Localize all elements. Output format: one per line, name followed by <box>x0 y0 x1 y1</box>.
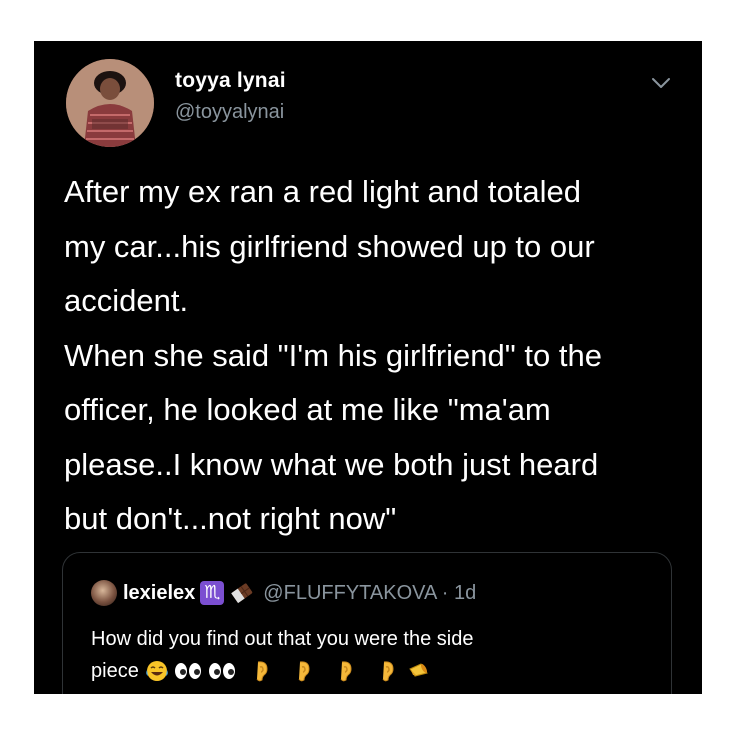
ear-icon <box>333 659 357 683</box>
tweet-text-line: After my ex ran a red light and totaled <box>64 174 581 209</box>
quoted-tweet[interactable]: lexielex ♏ @FLUFFYTAKOVA · 1d How did yo… <box>62 552 672 694</box>
tweet-text-line: but don't...not right now" <box>64 501 397 536</box>
megaphone-icon <box>407 659 431 683</box>
quoted-tweet-text: How did you find out that you were the s… <box>91 623 651 687</box>
avatar[interactable] <box>66 59 154 147</box>
quoted-tweet-header: lexielex ♏ @FLUFFYTAKOVA · 1d <box>91 579 476 607</box>
chocolate-bar-icon <box>229 581 255 605</box>
ear-icon <box>249 659 273 683</box>
display-name[interactable]: toyya lynai <box>175 69 286 93</box>
ear-icon <box>375 659 399 683</box>
user-handle[interactable]: @toyyalynai <box>175 101 284 124</box>
image-frame: toyya lynai @toyyalynai After my ex ran … <box>0 0 736 736</box>
tweet-text-line: please..I know what we both just heard <box>64 446 599 482</box>
tweet-text-line: When she said "I'm his girlfriend" to th… <box>64 337 602 373</box>
ear-icon <box>291 659 315 683</box>
quoted-text-line-2: piece <box>91 660 139 682</box>
quoted-handle-time[interactable]: @FLUFFYTAKOVA · 1d <box>263 582 476 605</box>
eyes-icon <box>207 659 237 683</box>
tweet-text-line: accident. <box>64 283 189 318</box>
emoji-row <box>145 659 431 683</box>
scorpio-icon: ♏ <box>200 581 225 605</box>
tweet-text-line: officer, he looked at me like "ma'am <box>64 392 551 427</box>
quoted-text-line: piece <box>91 655 651 687</box>
avatar-photo <box>66 59 154 147</box>
eyes-icon <box>173 659 203 683</box>
quoted-display-name[interactable]: lexielex <box>123 582 195 605</box>
quoted-avatar[interactable] <box>91 580 117 606</box>
quoted-text-line-1: How did you find out that you were the s… <box>91 628 474 650</box>
chevron-down-icon[interactable] <box>650 75 672 91</box>
tweet-text: After my ex ran a red light and totaled … <box>64 165 684 547</box>
tweet-card[interactable]: toyya lynai @toyyalynai After my ex ran … <box>34 41 702 694</box>
quoted-text-line: How did you find out that you were the s… <box>91 623 651 655</box>
laughing-crying-emoji-icon <box>145 659 169 683</box>
tweet-text-line: my car...his girlfriend showed up to our <box>64 228 595 264</box>
